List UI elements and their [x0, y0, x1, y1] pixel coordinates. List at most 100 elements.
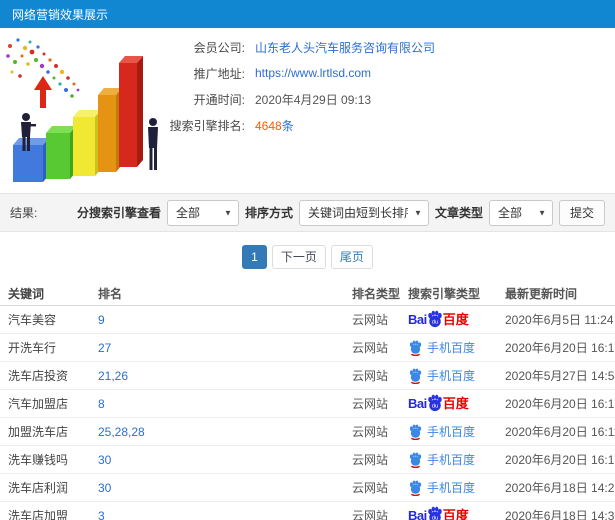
mobile-baidu-paw-icon [409, 452, 422, 468]
bar-orange [98, 88, 122, 172]
info-row: 开通时间: 2020年4月29日 09:13 [125, 86, 435, 112]
engine-cell: 手机百度 [408, 367, 505, 384]
rank-cell: 8 [98, 396, 105, 411]
baidu-logo: Bai du 百度 [408, 310, 469, 330]
engine-select[interactable]: 全部 [167, 200, 238, 225]
mobile-baidu-logo: 手机百度 [408, 339, 475, 356]
page-button-last[interactable]: 尾页 [330, 244, 373, 269]
article-type-select[interactable]: 全部 [489, 200, 552, 225]
sort-select[interactable]: 关键词由短到长排序 [299, 200, 428, 225]
keyword-cell: 洗车赚钱吗 [8, 453, 69, 467]
baidu-paw-icon: du [427, 506, 442, 520]
mobile-baidu-logo: 手机百度 [408, 423, 475, 440]
svg-text:du: du [431, 403, 438, 409]
mobile-baidu-paw-icon [409, 368, 422, 384]
keyword-cell: 加盟洗车店 [8, 425, 69, 439]
mobile-baidu-label: 手机百度 [427, 453, 476, 467]
keyword-cell: 开洗车行 [8, 341, 57, 355]
rank-cell: 21,26 [98, 368, 129, 383]
rank-type-cell: 云网站 [352, 481, 389, 495]
keyword-cell: 汽车加盟店 [8, 397, 69, 411]
baidu-paw-icon: du [427, 394, 442, 411]
table-header-row: 关键词 排名 排名类型 搜索引擎类型 最新更新时间 [0, 281, 615, 306]
rank-cell: 3 [98, 508, 105, 520]
column-header-rank-type: 排名类型 [352, 286, 401, 301]
table-row: 汽车加盟店 8 云网站 Bai du 百度 2020年6月20日 16:12 [0, 390, 615, 418]
info-value-text: 2020年4月29日 09:13 [255, 92, 372, 107]
table-row: 汽车美容 9 云网站 Bai du 百度 2020年6月5日 11:24 [0, 306, 615, 334]
column-header-keyword: 关键词 [8, 286, 45, 301]
baidu-logo-cn: 百度 [442, 508, 469, 520]
engine-cell: 手机百度 [408, 423, 505, 440]
info-value-link[interactable]: 山东老人头汽车服务咨询有限公司 [255, 39, 435, 56]
baidu-logo-cn: 百度 [442, 312, 469, 327]
bar-blue [13, 138, 49, 182]
page-button-current[interactable]: 1 [242, 244, 267, 269]
submit-button[interactable]: 提交 [558, 199, 605, 226]
rank-cell: 9 [98, 312, 105, 327]
info-label: 搜索引擎排名: [169, 118, 245, 133]
mobile-baidu-paw-icon [409, 424, 422, 440]
app-window: 网络营销效果展示 会员公司: 山东老人头汽车服务咨询有限公司 推广地址: htt… [0, 0, 615, 520]
keyword-cell: 汽车美容 [8, 313, 57, 327]
result-label: 结果: [10, 206, 38, 220]
table-row: 加盟洗车店 25,28,28 云网站 手机百度 2020年6月20日 16:11 [0, 418, 615, 446]
column-header-engine-type: 搜索引擎类型 [408, 286, 481, 301]
page-title: 网络营销效果展示 [12, 7, 109, 22]
ranking-table: 关键词 排名 排名类型 搜索引擎类型 最新更新时间 汽车美容 9 云网站 Bai [0, 281, 615, 520]
filter-controls: 分搜索引擎查看 全部 排序方式 关键词由短到长排序 文章类型 全部 提交 [76, 199, 605, 226]
engine-cell: 手机百度 [408, 479, 505, 496]
updated-cell: 2020年6月20日 16:11 [505, 425, 615, 439]
table-row: 洗车店加盟 3 云网站 Bai du 百度 2020年6月18日 14:30 [0, 502, 615, 520]
sort-filter-label: 排序方式 [244, 206, 293, 220]
pagination: 1 下一页 尾页 [0, 232, 615, 281]
rank-type-cell: 云网站 [352, 313, 389, 327]
baidu-logo-bai: Bai [408, 312, 427, 327]
updated-cell: 2020年6月5日 11:24 [505, 313, 614, 327]
rank-type-cell: 云网站 [352, 341, 389, 355]
filter-bar: 结果: 分搜索引擎查看 全部 排序方式 关键词由短到长排序 文章类型 全部 提交 [0, 193, 615, 232]
baidu-logo: Bai du 百度 [408, 394, 469, 414]
info-row: 推广地址: https://www.lrtlsd.com [125, 60, 435, 86]
rank-cell: 30 [98, 480, 112, 495]
table-row: 洗车店投资 21,26 云网站 手机百度 2020年5月27日 14:58 [0, 362, 615, 390]
rank-type-cell: 云网站 [352, 425, 389, 439]
updated-cell: 2020年6月20日 16:12 [505, 397, 615, 411]
rank-count: 4648 [255, 118, 282, 133]
svg-text:du: du [431, 319, 438, 325]
info-section: 会员公司: 山东老人头汽车服务咨询有限公司 推广地址: https://www.… [0, 28, 615, 193]
keyword-cell: 洗车店投资 [8, 369, 69, 383]
bar-green [46, 126, 76, 179]
mobile-baidu-label: 手机百度 [427, 425, 476, 439]
info-label: 会员公司: [193, 40, 245, 55]
page-button-next[interactable]: 下一页 [271, 244, 326, 269]
mobile-baidu-label: 手机百度 [427, 341, 476, 355]
updated-cell: 2020年6月20日 16:12 [505, 453, 615, 467]
baidu-logo: Bai du 百度 [408, 506, 469, 520]
engine-cell: Bai du 百度 [408, 310, 505, 330]
engine-select-wrap: 全部 [166, 199, 239, 226]
engine-cell: Bai du 百度 [408, 506, 505, 520]
info-row: 搜索引擎排名: 4648条 [125, 112, 435, 138]
engine-filter-label: 分搜索引擎查看 [76, 206, 161, 220]
mobile-baidu-logo: 手机百度 [408, 451, 475, 468]
updated-cell: 2020年6月18日 14:27 [505, 481, 615, 495]
info-row: 会员公司: 山东老人头汽车服务咨询有限公司 [125, 34, 435, 60]
column-header-rank: 排名 [98, 286, 123, 301]
info-value-link[interactable]: https://www.lrtlsd.com [255, 66, 371, 80]
rank-count-unit: 条 [281, 118, 294, 133]
mobile-baidu-logo: 手机百度 [408, 479, 475, 496]
up-arrow-icon [34, 76, 52, 108]
engine-cell: 手机百度 [408, 339, 505, 356]
rank-cell: 27 [98, 340, 112, 355]
info-label: 开通时间: [193, 92, 245, 107]
mobile-baidu-logo: 手机百度 [408, 367, 475, 384]
rank-cell: 25,28,28 [98, 424, 145, 439]
table-row: 洗车赚钱吗 30 云网站 手机百度 2020年6月20日 16:12 [0, 446, 615, 474]
mobile-baidu-label: 手机百度 [427, 369, 476, 383]
baidu-logo-cn: 百度 [442, 396, 469, 411]
bar-yellow [73, 110, 101, 176]
updated-cell: 2020年6月18日 14:30 [505, 509, 615, 520]
table-row: 开洗车行 27 云网站 手机百度 2020年6月20日 16:16 [0, 334, 615, 362]
mobile-baidu-label: 手机百度 [427, 481, 476, 495]
